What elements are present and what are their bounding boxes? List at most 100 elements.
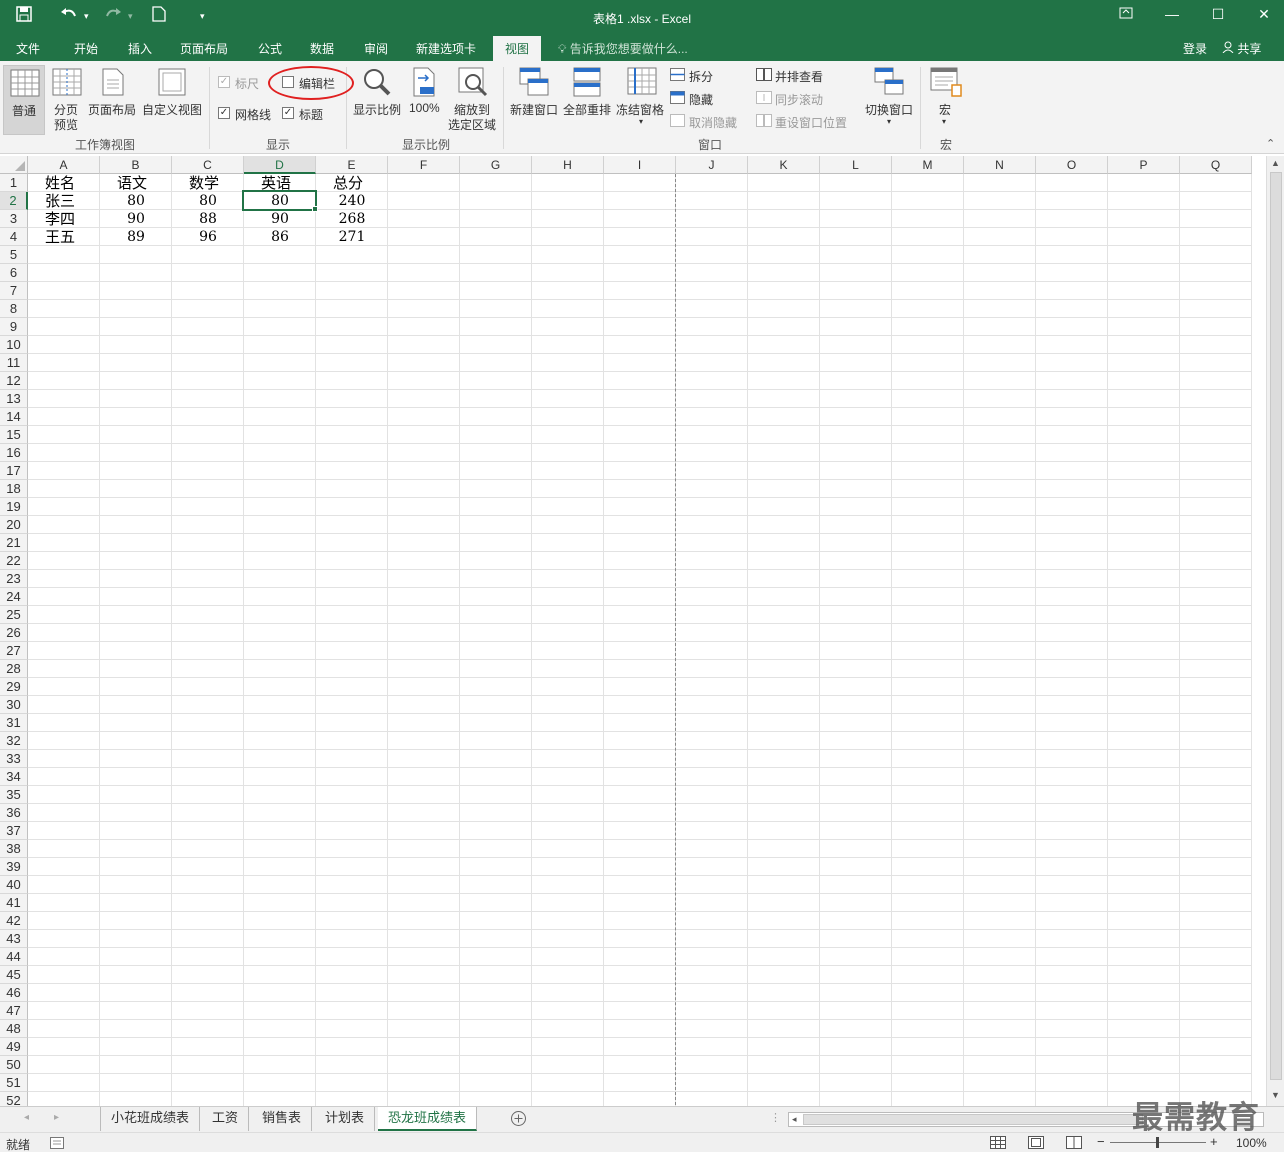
page-layout-status-icon[interactable] [1028,1136,1044,1152]
zoom-100-button[interactable]: 100% [406,65,444,135]
maximize-icon[interactable]: ☐ [1206,6,1230,23]
add-sheet-icon[interactable] [510,1110,527,1130]
fill-handle[interactable] [312,206,318,212]
row-header-49[interactable]: 49 [0,1038,28,1056]
column-header-N[interactable]: N [964,156,1036,174]
row-header-32[interactable]: 32 [0,732,28,750]
zoom-level[interactable]: 100% [1236,1136,1267,1150]
split-button[interactable]: 拆分 [670,67,740,85]
row-header-11[interactable]: 11 [0,354,28,372]
data-cell[interactable]: 89 [100,228,172,246]
header-cell[interactable]: 语文 [117,174,147,192]
macro-record-icon[interactable] [50,1137,64,1152]
row-header-9[interactable]: 9 [0,318,28,336]
column-header-K[interactable]: K [748,156,820,174]
header-cell[interactable]: 总分 [333,174,363,192]
data-cell[interactable]: 268 [316,210,388,228]
freeze-panes-button[interactable]: 冻结窗格 ▾ [615,65,669,135]
row-header-42[interactable]: 42 [0,912,28,930]
row-header-10[interactable]: 10 [0,336,28,354]
row-header-39[interactable]: 39 [0,858,28,876]
row-header-44[interactable]: 44 [0,948,28,966]
column-header-L[interactable]: L [820,156,892,174]
tell-me-box[interactable]: 💡︎ 告诉我您想要做什么... [558,40,688,57]
row-header-31[interactable]: 31 [0,714,28,732]
row-header-13[interactable]: 13 [0,390,28,408]
column-header-A[interactable]: A [28,156,100,174]
row-header-51[interactable]: 51 [0,1074,28,1092]
macros-button[interactable]: 宏 ▾ [926,65,966,135]
row-header-26[interactable]: 26 [0,624,28,642]
row-header-18[interactable]: 18 [0,480,28,498]
gridlines-checkbox[interactable]: ✓ [218,107,230,119]
zoom-button[interactable]: 显示比例 [350,65,404,135]
row-header-15[interactable]: 15 [0,426,28,444]
close-icon[interactable]: ✕ [1252,6,1276,23]
data-cell[interactable]: 96 [172,228,244,246]
normal-view-status-icon[interactable] [990,1136,1006,1152]
sheet-tab-4[interactable]: 计划表 [315,1107,376,1131]
row-header-36[interactable]: 36 [0,804,28,822]
unhide-button[interactable]: 取消隐藏 [670,113,750,131]
zoom-out-icon[interactable]: − [1097,1134,1105,1149]
row-header-23[interactable]: 23 [0,570,28,588]
column-header-E[interactable]: E [316,156,388,174]
tab-view[interactable]: 视图 [493,36,542,61]
data-cell[interactable]: 李四 [45,210,75,228]
vertical-scrollbar[interactable]: ▲ ▼ [1266,156,1284,1106]
page-break-status-icon[interactable] [1066,1136,1082,1152]
row-header-29[interactable]: 29 [0,678,28,696]
tab-data[interactable]: 数据 [310,40,334,57]
hide-button[interactable]: 隐藏 [670,90,740,108]
row-header-33[interactable]: 33 [0,750,28,768]
reset-window-position-button[interactable]: 重设窗口位置 [756,113,856,131]
sheet-tab-1[interactable]: 小花班成绩表 [100,1107,201,1131]
arrange-all-button[interactable]: 全部重排 [561,65,615,135]
horizontal-scroll-thumb[interactable] [803,1114,1143,1125]
select-all-corner[interactable] [0,156,28,174]
row-header-1[interactable]: 1 [0,174,28,192]
data-cell[interactable]: 271 [316,228,388,246]
ruler-checkbox[interactable]: ✓ [218,76,230,88]
tab-split-handle-icon[interactable]: ⋮ [770,1111,781,1124]
column-header-P[interactable]: P [1108,156,1180,174]
tab-home[interactable]: 开始 [74,40,98,57]
row-header-24[interactable]: 24 [0,588,28,606]
data-cell[interactable]: 88 [172,210,244,228]
column-header-F[interactable]: F [388,156,460,174]
row-header-5[interactable]: 5 [0,246,28,264]
row-header-27[interactable]: 27 [0,642,28,660]
row-header-16[interactable]: 16 [0,444,28,462]
column-header-J[interactable]: J [676,156,748,174]
column-header-C[interactable]: C [172,156,244,174]
row-header-28[interactable]: 28 [0,660,28,678]
header-cell[interactable]: 数学 [189,174,219,192]
data-cell[interactable]: 240 [316,192,388,210]
zoom-to-selection-button[interactable]: 缩放到 选定区域 [446,65,500,135]
share-button[interactable]: 共享 [1222,40,1261,57]
worksheet-grid[interactable]: ABCDEFGHIJKLMNOPQ 1 2 3 4 5 6 7 8 9 10 11 12 13 14 15 1… [0,156,1266,1106]
row-header-21[interactable]: 21 [0,534,28,552]
synchronous-scrolling-button[interactable]: 同步滚动 [756,90,846,108]
page-layout-view-button[interactable]: 页面布局 [88,65,140,135]
row-header-17[interactable]: 17 [0,462,28,480]
scroll-up-icon[interactable]: ▲ [1271,158,1280,168]
ribbon-display-icon[interactable] [1114,6,1138,22]
view-side-by-side-button[interactable]: 并排查看 [756,67,846,85]
sign-in-link[interactable]: 登录 [1183,40,1207,57]
row-header-40[interactable]: 40 [0,876,28,894]
row-header-7[interactable]: 7 [0,282,28,300]
tab-file[interactable]: 文件 [16,40,40,57]
zoom-slider-thumb[interactable] [1156,1137,1159,1148]
scroll-left-icon[interactable]: ◂ [792,1114,797,1125]
row-header-22[interactable]: 22 [0,552,28,570]
sheet-tab-2[interactable]: 工资 [202,1107,250,1131]
column-header-G[interactable]: G [460,156,532,174]
tab-new-tab[interactable]: 新建选项卡 [416,40,476,57]
minimize-icon[interactable]: — [1160,6,1184,22]
row-header-47[interactable]: 47 [0,1002,28,1020]
row-header-19[interactable]: 19 [0,498,28,516]
data-cell[interactable]: 80 [172,192,244,210]
column-header-H[interactable]: H [532,156,604,174]
row-header-50[interactable]: 50 [0,1056,28,1074]
